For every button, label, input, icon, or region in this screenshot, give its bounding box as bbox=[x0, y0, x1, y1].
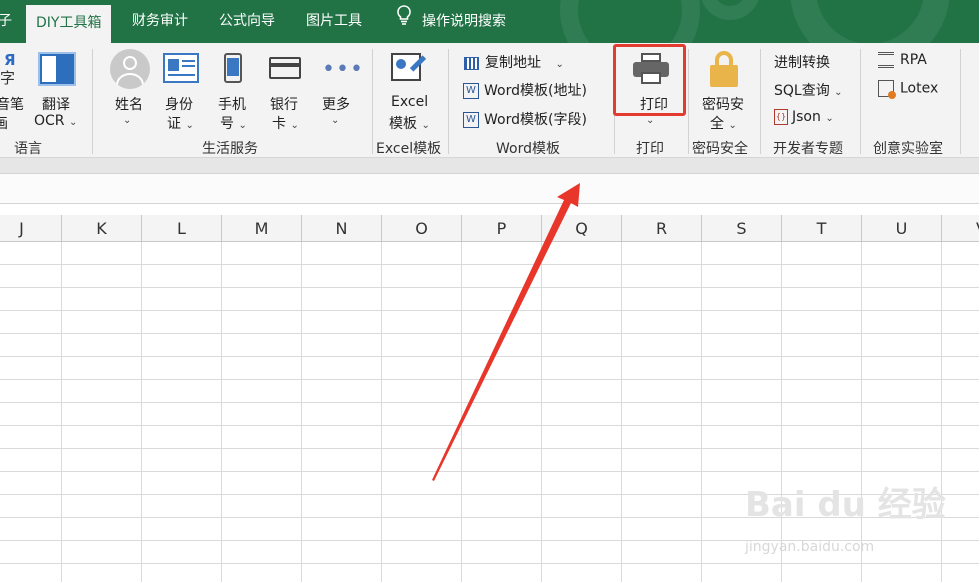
baidu-watermark-logo: Bai du 经验 bbox=[745, 485, 946, 525]
baidu-watermark-url: jingyan.baidu.com bbox=[745, 539, 875, 555]
